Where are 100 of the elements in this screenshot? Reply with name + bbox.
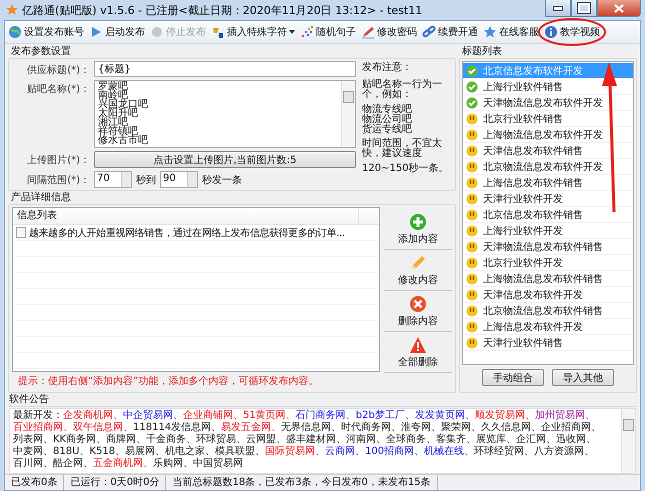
toolbar-button[interactable]: 教学视频 <box>544 25 600 39</box>
checkbox[interactable] <box>16 227 26 238</box>
title-list-item[interactable]: 天津物流信息发布软件销售 <box>463 239 633 255</box>
tieba-names-field[interactable]: 罗蒙吧 南岭吧 兴国龙口吧 太阳升吧 湘江吧 祥符镇吧 修水古市吧 <box>94 80 356 148</box>
maximize-button[interactable] <box>571 0 597 17</box>
title-list-item[interactable]: 北京行业软件销售 <box>463 111 633 127</box>
close-button[interactable] <box>597 0 641 17</box>
site-link[interactable]: 五金商机网、 <box>93 458 153 469</box>
list-button[interactable]: 手动组合 <box>482 369 544 386</box>
site-link[interactable]: 企业商铺网、 <box>183 410 243 421</box>
site-link[interactable]: 818U、 <box>53 446 90 457</box>
site-link[interactable]: 乐购网、 <box>153 458 193 469</box>
site-link[interactable]: 易展网、 <box>125 446 166 457</box>
site-link[interactable]: 易发五金网、 <box>221 422 282 433</box>
site-link[interactable]: 加州贸易网、 <box>534 410 595 421</box>
title-input-field[interactable]: {标题} <box>94 61 356 77</box>
site-link[interactable]: 百川网、 <box>13 458 53 469</box>
site-link[interactable]: 中企贸易网、 <box>123 410 183 421</box>
title-list-item[interactable]: 北京物流信息发布软件销售 <box>463 303 633 319</box>
site-link[interactable]: 淮夸网、 <box>401 422 442 433</box>
site-link[interactable]: 企发商机网、 <box>63 410 123 421</box>
toolbar-button[interactable]: 在线客服 <box>483 25 539 39</box>
site-link[interactable]: 百业招商网、 <box>13 422 73 433</box>
site-link[interactable]: 列表网、 <box>13 434 53 445</box>
title-list-item[interactable]: 天津行业软件开发 <box>463 191 633 207</box>
site-link[interactable]: 国际贸易网、 <box>265 446 326 457</box>
warning-icon <box>409 336 427 354</box>
site-link[interactable]: 客集齐、 <box>436 434 476 445</box>
site-link[interactable]: 八方资源网、 <box>534 446 594 457</box>
title-list-item[interactable]: 上海信息发布软件销售 <box>463 175 633 191</box>
site-link[interactable]: 河南网、 <box>346 434 386 445</box>
site-link[interactable]: K518、 <box>89 446 126 457</box>
site-link[interactable]: KK商务网、 <box>53 434 106 445</box>
toolbar-button[interactable]: 设置发布账号 <box>8 25 84 39</box>
site-link[interactable]: 盛丰建材网、 <box>286 434 346 445</box>
site-link[interactable]: 时代商务网、 <box>341 422 402 433</box>
site-link[interactable]: b2b梦工厂、 <box>356 410 415 421</box>
title-list-item[interactable]: 上海信息发布软件开发 <box>463 319 633 335</box>
site-link[interactable]: 118114发信息网、 <box>133 422 222 433</box>
site-link[interactable]: 迅收网、 <box>556 434 596 445</box>
minimize-button[interactable] <box>545 0 571 17</box>
title-list-item[interactable]: 天津物流信息发布软件开发 <box>463 95 633 111</box>
title-list-item[interactable]: 上海行业软件开发 <box>463 223 633 239</box>
upload-images-button[interactable]: 点击设置上传图片,当前图片数:5 <box>94 151 356 168</box>
site-link[interactable]: 模具联盟、 <box>215 446 266 457</box>
site-link[interactable]: 千金商务、 <box>146 434 196 445</box>
site-link[interactable]: 顺发贸易网、 <box>474 410 535 421</box>
number-spinner[interactable]: 70 <box>94 171 132 188</box>
site-link[interactable]: 商牌网、 <box>106 434 146 445</box>
site-link[interactable]: 环球贸易、 <box>196 434 246 445</box>
site-link[interactable]: 无界信息网、 <box>281 422 342 433</box>
site-link[interactable]: 双午信息网、 <box>73 422 133 433</box>
number-spinner[interactable]: 90 <box>160 171 198 188</box>
site-link[interactable]: 机电之家、 <box>165 446 216 457</box>
site-link[interactable]: 石门商务网、 <box>296 410 356 421</box>
title-list-item[interactable]: 北京物流信息发布软件开发 <box>463 159 633 175</box>
symbol-icon <box>211 25 225 39</box>
site-link[interactable]: 全球商务、 <box>386 434 436 445</box>
title-list-item[interactable]: 天津信息发布软件销售 <box>463 143 633 159</box>
title-list-item[interactable]: 上海物流信息发布软件开发 <box>463 127 633 143</box>
scrollbar[interactable] <box>341 81 355 147</box>
site-link[interactable]: 展览库、 <box>476 434 516 445</box>
site-link[interactable]: 中麦网、 <box>13 446 53 457</box>
site-link[interactable]: 久久信息网、 <box>481 422 542 433</box>
site-link[interactable]: 发发黄页网、 <box>414 410 475 421</box>
title-list-item[interactable]: 北京行业软件开发 <box>463 255 633 271</box>
face-icon <box>466 128 478 140</box>
list-button[interactable]: 导入其他 <box>552 369 614 386</box>
site-link[interactable]: 环球经贸网、 <box>474 446 534 457</box>
action-button[interactable]: 修改内容 <box>384 254 452 291</box>
site-link[interactable]: 云网盟、 <box>246 434 286 445</box>
site-link[interactable]: 100招商网、 <box>365 446 424 457</box>
action-button[interactable]: 删除内容 <box>384 295 452 332</box>
title-list-item[interactable]: 天津行业软件销售 <box>463 335 633 351</box>
toolbar-button[interactable]: 续费开通 <box>422 25 478 39</box>
check-icon <box>466 96 478 108</box>
check-icon <box>466 64 478 76</box>
site-link[interactable]: 酷企网、 <box>53 458 93 469</box>
site-link[interactable]: 机械在线、 <box>424 446 474 457</box>
toolbar-button[interactable]: 启动发布 <box>89 25 145 39</box>
pen-icon <box>361 25 375 39</box>
tieba-name: 南岭吧 <box>98 91 128 100</box>
info-icon <box>544 25 558 39</box>
toolbar-button[interactable]: 修改密码 <box>361 25 417 39</box>
site-link[interactable]: 云商网、 <box>325 446 366 457</box>
scrollbar[interactable] <box>621 409 635 473</box>
site-link[interactable]: 中国贸易网 <box>193 458 243 469</box>
title-list-item[interactable]: 上海物流信息发布软件销售 <box>463 271 633 287</box>
action-button[interactable]: 全部删除 <box>384 336 452 373</box>
site-link[interactable]: 聚荣网、 <box>441 422 482 433</box>
title-list-item[interactable]: 北京信息发布软件销售 <box>463 207 633 223</box>
face-icon <box>466 144 478 156</box>
title-list-item[interactable]: 天津信息发布软件开发 <box>463 287 633 303</box>
action-button[interactable]: 添加内容 <box>384 213 452 250</box>
list-row[interactable]: 越来越多的人开始重视网络销售，通过在网络上发布信息获得更多的订单... <box>13 225 379 241</box>
stop-icon <box>150 25 164 39</box>
site-link[interactable]: 企汇网、 <box>516 434 556 445</box>
site-link[interactable]: 51黄页网、 <box>243 410 296 421</box>
site-link[interactable]: 企业招商网、 <box>541 422 602 433</box>
toolbar-button[interactable]: 随机句子 <box>300 25 356 39</box>
